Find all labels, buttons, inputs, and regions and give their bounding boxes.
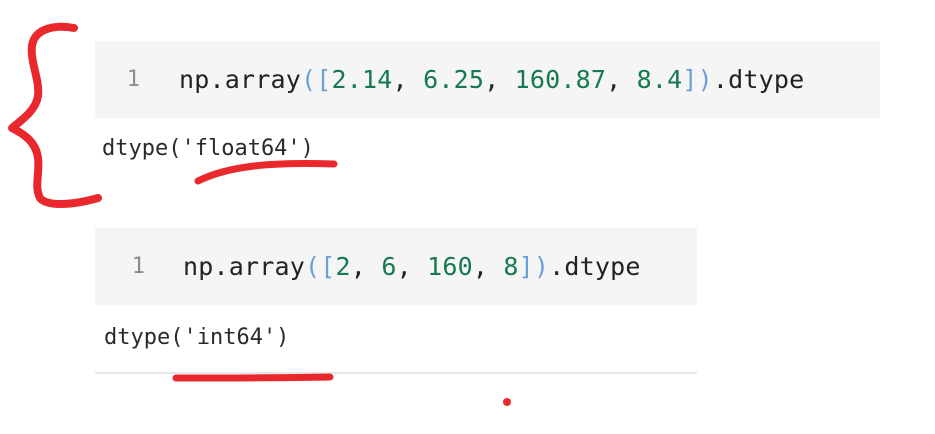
code-number: 160.87 xyxy=(514,65,607,94)
cell-divider xyxy=(95,372,697,374)
underline-int64 xyxy=(172,373,334,382)
code-line[interactable]: np.array([2.14, 6.25, 160.87, 8.4]).dtyp… xyxy=(179,65,804,94)
curly-brace-mark xyxy=(8,22,102,208)
cell-output-1: dtype('float64') xyxy=(102,136,314,161)
code-token: , xyxy=(472,252,504,281)
code-cell-1[interactable]: 1 np.array([2.14, 6.25, 160.87, 8.4]).dt… xyxy=(95,41,880,118)
code-token: ([ xyxy=(301,65,332,94)
code-cell-2[interactable]: 1 np.array([2, 6, 160, 8]).dtype xyxy=(95,228,697,305)
code-token: np.array xyxy=(179,65,302,94)
line-number: 1 xyxy=(126,67,140,92)
code-token: , xyxy=(392,65,424,94)
code-number: 2.14 xyxy=(331,65,393,94)
code-token: ([ xyxy=(305,252,336,281)
notebook-view: 1 np.array([2.14, 6.25, 160.87, 8.4]).dt… xyxy=(0,0,935,434)
line-number: 1 xyxy=(131,254,145,279)
code-number: 160 xyxy=(427,252,473,281)
pen-dot xyxy=(503,398,511,406)
code-number: 8.4 xyxy=(636,65,683,94)
code-token: , xyxy=(350,252,382,281)
underline-float64 xyxy=(194,160,338,185)
code-token: .dtype xyxy=(712,65,805,94)
code-number: 6.25 xyxy=(423,65,485,94)
code-token: .dtype xyxy=(549,252,641,281)
code-number: 8 xyxy=(503,252,519,281)
code-number: 6 xyxy=(381,252,397,281)
code-token: , xyxy=(484,65,515,94)
code-number: 2 xyxy=(335,252,351,281)
cell-output-2: dtype('int64') xyxy=(104,325,290,350)
code-token: ]) xyxy=(682,65,713,94)
code-token: , xyxy=(396,252,428,281)
code-token: np.array xyxy=(183,252,306,281)
code-token: ]) xyxy=(518,252,550,281)
code-token: , xyxy=(606,65,637,94)
code-line[interactable]: np.array([2, 6, 160, 8]).dtype xyxy=(183,252,641,281)
